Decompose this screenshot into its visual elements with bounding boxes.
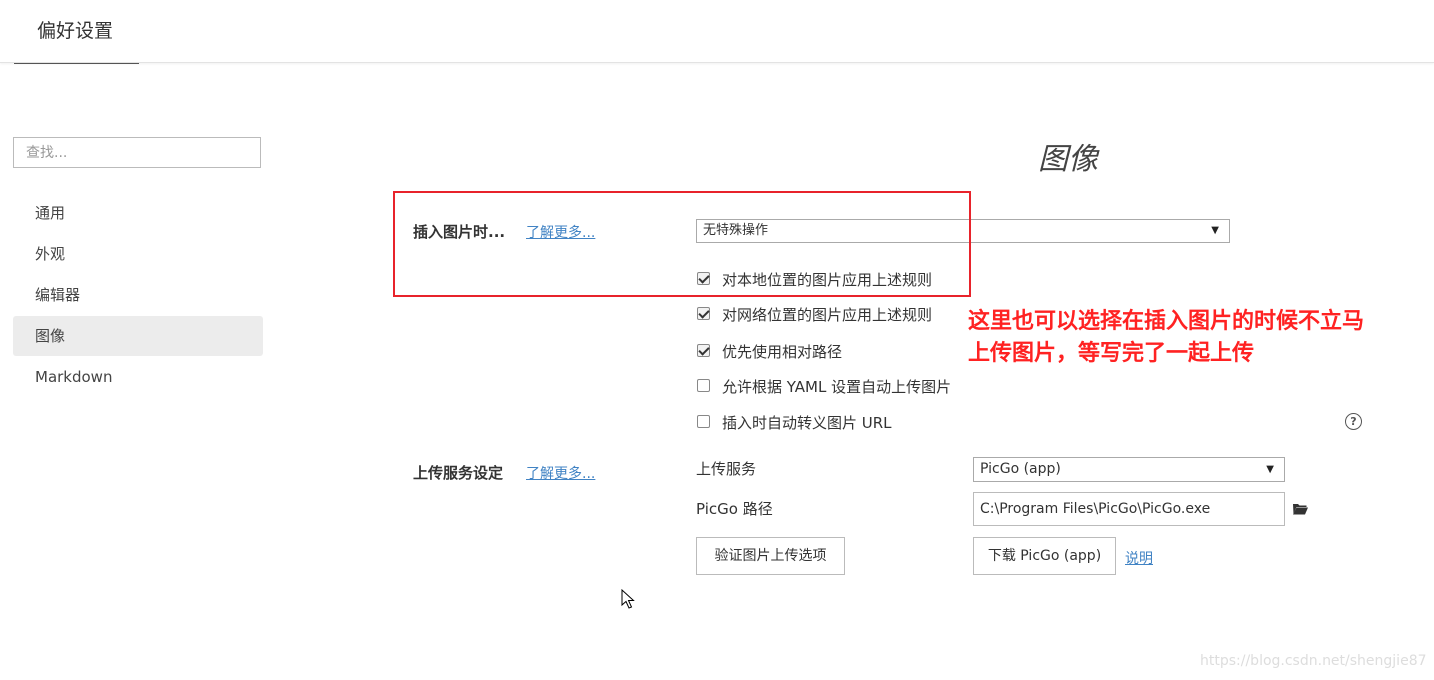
folder-icon[interactable] <box>1293 503 1308 515</box>
upload-learn-more-link[interactable]: 了解更多... <box>526 463 595 483</box>
sidebar-item-general[interactable]: 通用 <box>13 193 263 233</box>
help-icon[interactable]: ? <box>1345 413 1362 430</box>
checkbox-checked-icon[interactable] <box>697 344 710 357</box>
chevron-down-icon: ▼ <box>1211 225 1219 236</box>
checkbox-label: 允许根据 YAML 设置自动上传图片 <box>722 378 952 396</box>
title-underline <box>14 63 139 64</box>
upload-service-select[interactable]: PicGo (app) ▼ <box>973 457 1285 482</box>
chevron-down-icon: ▼ <box>1266 464 1274 475</box>
upload-settings-label: 上传服务设定 <box>413 464 504 482</box>
sidebar-item-appearance[interactable]: 外观 <box>13 234 263 274</box>
checkbox-unchecked-icon[interactable] <box>697 379 710 392</box>
title-bar <box>0 0 1434 63</box>
annotation-text: 这里也可以选择在插入图片的时候不立马 上传图片，等写完了一起上传 <box>968 306 1364 370</box>
checkbox-label: 插入时自动转义图片 URL <box>722 414 892 432</box>
window-title: 偏好设置 <box>37 20 114 42</box>
annotation-line-1: 这里也可以选择在插入图片的时候不立马 <box>968 309 1365 334</box>
section-title: 图像 <box>1038 142 1098 177</box>
watermark: https://blog.csdn.net/shengjie87 <box>1200 653 1427 669</box>
picgo-path-label: PicGo 路径 <box>696 500 773 518</box>
checkbox-checked-icon[interactable] <box>697 307 710 320</box>
sidebar-item-image[interactable]: 图像 <box>13 316 263 356</box>
upload-service-value: PicGo (app) <box>980 461 1061 477</box>
mouse-cursor-icon <box>621 589 635 609</box>
upload-service-label: 上传服务 <box>696 460 757 478</box>
checkbox-label: 对网络位置的图片应用上述规则 <box>722 306 933 324</box>
highlight-box <box>393 191 971 297</box>
checkbox-label: 优先使用相对路径 <box>722 343 843 361</box>
verify-upload-button[interactable]: 验证图片上传选项 <box>696 537 845 575</box>
search-input[interactable] <box>13 137 261 168</box>
checkbox-unchecked-icon[interactable] <box>697 415 710 428</box>
download-picgo-button[interactable]: 下载 PicGo (app) <box>973 537 1116 575</box>
sidebar-item-markdown[interactable]: Markdown <box>13 357 263 397</box>
sidebar-item-editor[interactable]: 编辑器 <box>13 275 263 315</box>
picgo-path-input[interactable]: C:\Program Files\PicGo\PicGo.exe <box>973 492 1285 526</box>
annotation-line-2: 上传图片，等写完了一起上传 <box>968 341 1255 366</box>
explain-link[interactable]: 说明 <box>1125 548 1153 568</box>
